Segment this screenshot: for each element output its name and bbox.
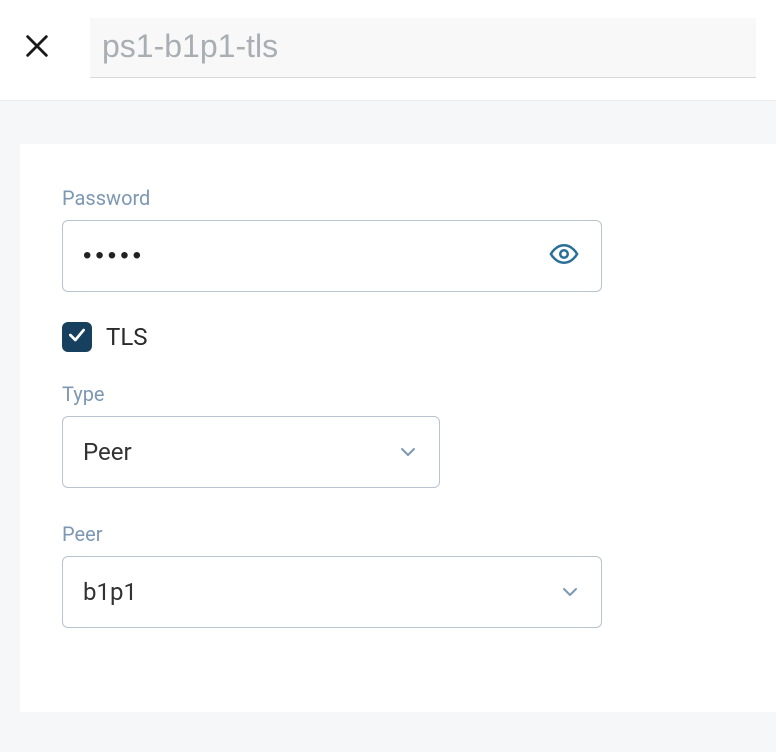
tls-checkbox[interactable] — [62, 322, 92, 352]
type-select-value: Peer — [83, 438, 132, 466]
eye-icon — [549, 239, 579, 273]
tls-label: TLS — [106, 323, 148, 351]
dialog-header — [0, 0, 776, 100]
title-input[interactable] — [90, 18, 756, 78]
close-icon — [23, 32, 51, 64]
header-divider — [0, 100, 776, 144]
peer-select[interactable]: b1p1 — [62, 556, 602, 628]
close-button[interactable] — [20, 31, 54, 65]
tls-checkbox-row: TLS — [62, 322, 734, 352]
type-select-wrap: Peer — [62, 416, 440, 488]
peer-label: Peer — [62, 522, 734, 546]
peer-select-wrap: b1p1 — [62, 556, 602, 628]
toggle-password-visibility-button[interactable] — [548, 240, 580, 272]
type-label: Type — [62, 382, 734, 406]
content-area: Password TLS T — [0, 144, 776, 752]
password-label: Password — [62, 186, 734, 210]
type-select[interactable]: Peer — [62, 416, 440, 488]
peer-select-value: b1p1 — [83, 578, 137, 606]
password-field-wrap — [62, 220, 602, 292]
check-icon — [67, 325, 87, 349]
form-card: Password TLS T — [20, 144, 776, 712]
password-input[interactable] — [62, 220, 602, 292]
